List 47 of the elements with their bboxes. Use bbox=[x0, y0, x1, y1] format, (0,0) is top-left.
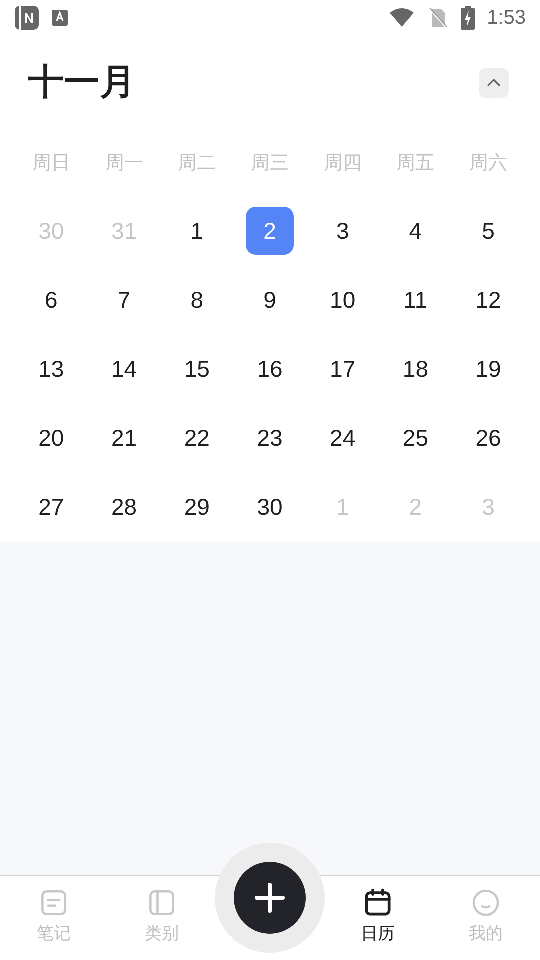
day-cell[interactable]: 25 bbox=[392, 414, 440, 462]
day-cell[interactable]: 1 bbox=[173, 207, 222, 255]
battery-charging-icon bbox=[461, 6, 476, 30]
chevron-up-icon bbox=[486, 78, 502, 88]
day-cell[interactable]: 24 bbox=[318, 414, 367, 462]
day-cell[interactable]: 4 bbox=[392, 207, 440, 255]
day-cell[interactable]: 19 bbox=[464, 345, 513, 393]
month-title: 十一月 bbox=[28, 61, 136, 105]
nav-tab[interactable]: 日历 bbox=[324, 876, 432, 960]
collapse-button[interactable] bbox=[479, 68, 509, 98]
weekday-label: 周五 bbox=[396, 150, 436, 176]
day-cell[interactable]: 12 bbox=[464, 276, 513, 324]
weekday-label: 周六 bbox=[468, 150, 509, 176]
day-cell[interactable]: 28 bbox=[100, 483, 148, 531]
plus-icon bbox=[254, 882, 286, 914]
day-cell[interactable]: 14 bbox=[100, 345, 148, 393]
day-cell[interactable]: 7 bbox=[100, 276, 148, 324]
day-cell[interactable]: 29 bbox=[173, 483, 222, 531]
day-cell[interactable]: 13 bbox=[27, 345, 76, 393]
day-cell[interactable]: 23 bbox=[246, 414, 294, 462]
day-cell[interactable]: 21 bbox=[100, 414, 148, 462]
day-cell[interactable]: 6 bbox=[27, 276, 76, 324]
day-cell[interactable]: 26 bbox=[464, 414, 513, 462]
day-cell[interactable]: 17 bbox=[318, 345, 367, 393]
weekday-label: 周二 bbox=[177, 150, 218, 176]
weekday-label: 周一 bbox=[104, 150, 144, 176]
notification-app-icon bbox=[52, 10, 68, 26]
day-cell[interactable]: 18 bbox=[392, 345, 440, 393]
day-cell[interactable]: 8 bbox=[173, 276, 222, 324]
day-cell[interactable]: 5 bbox=[464, 207, 513, 255]
day-cell[interactable]: 15 bbox=[173, 345, 222, 393]
day-cell[interactable]: 11 bbox=[392, 276, 440, 324]
weekday-label: 周三 bbox=[250, 150, 290, 176]
weekday-label: 周日 bbox=[31, 150, 72, 176]
wifi-icon bbox=[389, 7, 416, 29]
no-sim-icon bbox=[427, 7, 450, 29]
day-cell[interactable]: 20 bbox=[27, 414, 76, 462]
day-cell[interactable]: 27 bbox=[27, 483, 76, 531]
status-time: 1:53 bbox=[487, 6, 526, 31]
notification-app-icon bbox=[14, 5, 40, 31]
day-cell[interactable]: 22 bbox=[173, 414, 222, 462]
day-cell[interactable]: 10 bbox=[318, 276, 367, 324]
day-cell[interactable]: 30 bbox=[246, 483, 294, 531]
weekday-label: 周四 bbox=[322, 150, 363, 176]
day-cell[interactable]: 9 bbox=[246, 276, 294, 324]
day-cell[interactable]: 16 bbox=[246, 345, 294, 393]
day-cell[interactable]: 3 bbox=[318, 207, 367, 255]
